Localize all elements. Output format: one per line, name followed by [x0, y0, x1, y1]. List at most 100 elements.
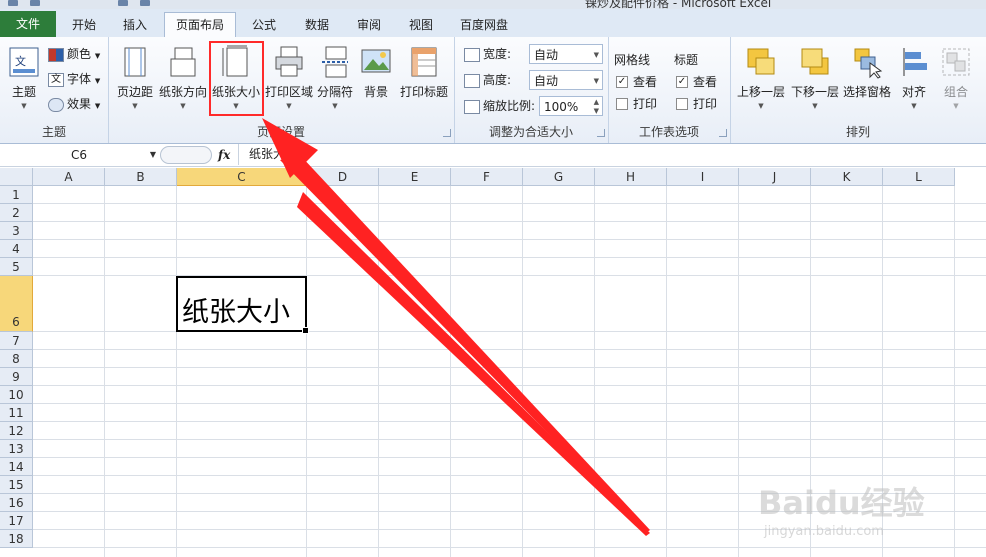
window-title: 锞炒及配件价格 - Microsoft Excel: [585, 0, 772, 9]
name-box-value: C6: [70, 148, 87, 162]
tab-file[interactable]: 文件: [0, 11, 56, 37]
row-header-7[interactable]: 7: [0, 332, 33, 350]
checkbox-box: [676, 97, 688, 110]
effects-button[interactable]: 效果 ▼: [48, 93, 100, 115]
orientation-button[interactable]: 纸张方向 ▼: [158, 41, 208, 125]
scale-spinner[interactable]: 100% ▲ ▼: [539, 96, 603, 116]
height-label: 高度:: [483, 73, 512, 87]
gridline-horizontal: [33, 439, 986, 440]
themes-button[interactable]: 文 主题 ▼: [4, 41, 44, 125]
tab-view[interactable]: 视图: [398, 13, 444, 37]
background-icon: [359, 45, 393, 79]
margins-icon: [118, 45, 152, 79]
row-header-9[interactable]: 9: [0, 368, 33, 386]
align-button[interactable]: 对齐 ▼: [896, 41, 932, 125]
column-header-f[interactable]: F: [451, 168, 523, 186]
group-sheet-options: 网格线 标题 ✓ 查看 ✓ 查看 打印 打印 工作表选项: [608, 37, 731, 143]
tab-home[interactable]: 开始: [62, 13, 106, 37]
colors-button[interactable]: 颜色 ▼: [48, 43, 100, 65]
background-button[interactable]: 背景: [358, 41, 394, 125]
fonts-button[interactable]: 文字体 ▼: [48, 68, 100, 90]
row-header-12[interactable]: 12: [0, 422, 33, 440]
row-header-18[interactable]: 18: [0, 530, 33, 548]
group-label-themes: 主题: [41, 125, 66, 139]
row-header-13[interactable]: 13: [0, 440, 33, 458]
active-cell-c6[interactable]: 纸张大小: [176, 276, 309, 334]
name-box[interactable]: C6 ▼: [0, 145, 158, 165]
column-header-l[interactable]: L: [883, 168, 955, 186]
selection-pane-button[interactable]: 选择窗格: [842, 41, 892, 125]
send-backward-label: 下移一层: [790, 85, 839, 99]
column-header-k[interactable]: K: [811, 168, 883, 186]
column-header-h[interactable]: H: [595, 168, 667, 186]
save-icon[interactable]: [30, 0, 40, 6]
gridline-vertical: [522, 186, 523, 557]
column-header-b[interactable]: B: [105, 168, 177, 186]
row-header-1[interactable]: 1: [0, 186, 33, 204]
dialog-launcher-icon[interactable]: [443, 129, 451, 137]
dialog-launcher-icon[interactable]: [719, 129, 727, 137]
dialog-launcher-icon[interactable]: [597, 129, 605, 137]
width-label: 宽度:: [483, 47, 512, 61]
row-header-10[interactable]: 10: [0, 386, 33, 404]
tab-data[interactable]: 数据: [294, 13, 340, 37]
column-header-e[interactable]: E: [379, 168, 451, 186]
watermark-logo: Baidu经验: [758, 484, 925, 522]
gridlines-view-checkbox[interactable]: ✓ 查看: [616, 71, 657, 93]
column-header-d[interactable]: D: [307, 168, 379, 186]
row-header-8[interactable]: 8: [0, 350, 33, 368]
gridlines-print-checkbox[interactable]: 打印: [616, 93, 657, 115]
print-area-button[interactable]: 打印区域 ▼: [264, 41, 314, 125]
width-select[interactable]: 自动 ▼: [529, 44, 603, 64]
group-label-scale: 调整为合适大小: [488, 125, 573, 139]
orientation-label: 纸张方向: [158, 85, 207, 99]
row-header-4[interactable]: 4: [0, 240, 33, 258]
bring-forward-button[interactable]: 上移一层 ▼: [736, 41, 786, 125]
margins-label: 页边距: [116, 85, 153, 99]
headings-view-checkbox[interactable]: ✓ 查看: [676, 71, 717, 93]
select-all-corner[interactable]: [0, 168, 33, 186]
fonts-icon: 文: [48, 72, 64, 87]
column-header-a[interactable]: A: [33, 168, 105, 186]
group-label-page-setup: 页面设置: [256, 125, 305, 139]
row-header-3[interactable]: 3: [0, 222, 33, 240]
row-header-17[interactable]: 17: [0, 512, 33, 530]
watermark-url: jingyan.baidu.com: [764, 524, 884, 539]
headings-print-label: 打印: [693, 97, 718, 111]
chevron-down-icon: ▼: [94, 102, 101, 110]
column-header-j[interactable]: J: [739, 168, 811, 186]
row-header-11[interactable]: 11: [0, 404, 33, 422]
margins-button[interactable]: 页边距 ▼: [112, 41, 158, 125]
print-titles-button[interactable]: 打印标题: [396, 41, 452, 125]
height-select[interactable]: 自动 ▼: [529, 70, 603, 90]
breaks-button[interactable]: 分隔符 ▼: [314, 41, 356, 125]
row-header-15[interactable]: 15: [0, 476, 33, 494]
fill-handle[interactable]: [302, 327, 309, 334]
send-backward-icon: [798, 45, 832, 79]
customize-qat-icon[interactable]: [118, 0, 128, 6]
send-backward-button[interactable]: 下移一层 ▼: [790, 41, 840, 125]
tab-formulas[interactable]: 公式: [242, 13, 286, 37]
group-objects-button[interactable]: 组合 ▼: [936, 41, 976, 125]
column-header-c[interactable]: C: [177, 168, 307, 186]
column-header-i[interactable]: I: [667, 168, 739, 186]
tab-page-layout[interactable]: 页面布局: [164, 12, 236, 38]
tab-insert[interactable]: 插入: [112, 13, 158, 37]
tab-baidu-netdisk[interactable]: 百度网盘: [452, 13, 516, 37]
formula-bar-resize-handle[interactable]: [160, 146, 212, 164]
row-header-2[interactable]: 2: [0, 204, 33, 222]
row-header-14[interactable]: 14: [0, 458, 33, 476]
formula-bar: C6 ▼ fx 纸张大小: [0, 144, 986, 167]
colors-icon: [48, 47, 64, 62]
formula-input[interactable]: 纸张大小: [238, 144, 986, 165]
align-icon: [897, 45, 931, 79]
gridline-vertical: [176, 186, 177, 557]
column-header-g[interactable]: G: [523, 168, 595, 186]
headings-print-checkbox[interactable]: 打印: [676, 93, 717, 115]
row-header-6[interactable]: 6: [0, 276, 33, 332]
undo-icon[interactable]: [140, 0, 150, 6]
row-header-5[interactable]: 5: [0, 258, 33, 276]
row-header-16[interactable]: 16: [0, 494, 33, 512]
insert-function-button[interactable]: fx: [218, 145, 230, 165]
tab-review[interactable]: 审阅: [346, 13, 392, 37]
